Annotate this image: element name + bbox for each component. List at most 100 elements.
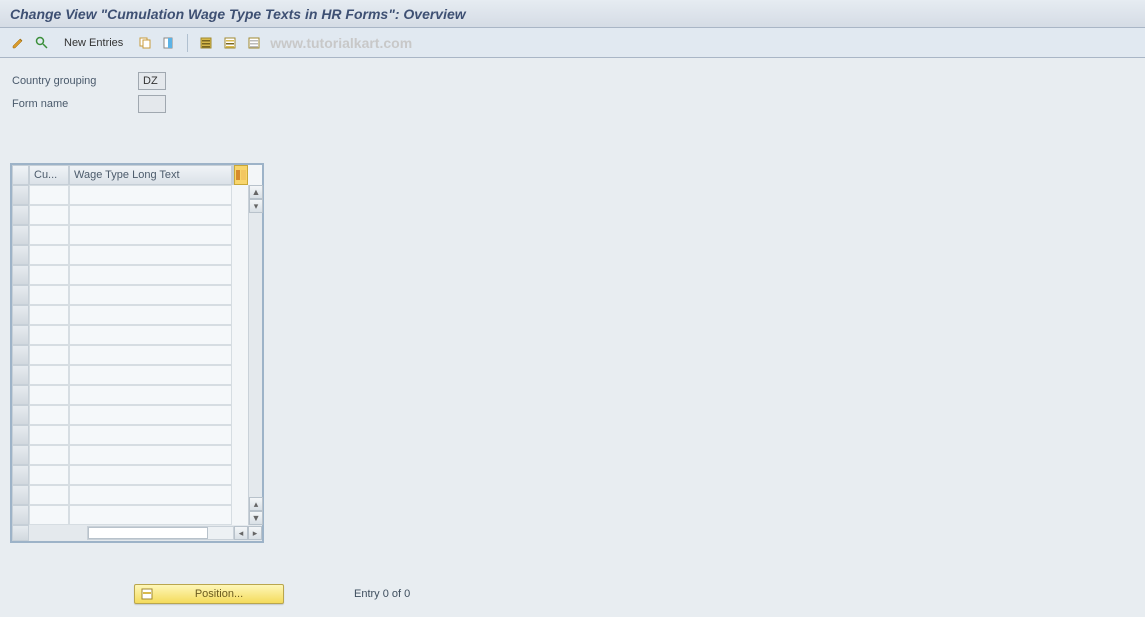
vertical-scrollbar[interactable]: ▲ ▾ ▴ ▼	[248, 185, 262, 525]
cell-cu[interactable]	[29, 285, 69, 305]
table-row[interactable]	[12, 265, 248, 285]
grid-col-header-wagetype[interactable]: Wage Type Long Text	[69, 165, 232, 185]
cell-cu[interactable]	[29, 245, 69, 265]
form-name-label: Form name	[8, 98, 138, 110]
cell-cu[interactable]	[29, 385, 69, 405]
cell-wagetype[interactable]	[69, 445, 232, 465]
cell-cu[interactable]	[29, 465, 69, 485]
row-selector[interactable]	[12, 485, 29, 505]
scroll-up-button[interactable]: ▲	[249, 185, 263, 199]
other-entry-icon[interactable]	[32, 33, 52, 53]
cell-wagetype[interactable]	[69, 365, 232, 385]
delete-icon[interactable]	[159, 33, 179, 53]
main-content: Country grouping Form name Cu... Wage Ty…	[0, 58, 1145, 617]
cell-cu[interactable]	[29, 365, 69, 385]
row-selector[interactable]	[12, 365, 29, 385]
cell-wagetype[interactable]	[69, 425, 232, 445]
country-grouping-input[interactable]	[138, 72, 166, 90]
copy-as-icon[interactable]	[135, 33, 155, 53]
cell-cu[interactable]	[29, 265, 69, 285]
scroll-right-button[interactable]: ▸	[248, 526, 262, 540]
cell-cu[interactable]	[29, 505, 69, 525]
table-row[interactable]	[12, 485, 248, 505]
table-row[interactable]	[12, 365, 248, 385]
cell-cu[interactable]	[29, 425, 69, 445]
row-selector[interactable]	[12, 325, 29, 345]
cell-cu[interactable]	[29, 445, 69, 465]
row-selector[interactable]	[12, 225, 29, 245]
cell-wagetype[interactable]	[69, 345, 232, 365]
table-row[interactable]	[12, 345, 248, 365]
cell-wagetype[interactable]	[69, 505, 232, 525]
cell-wagetype[interactable]	[69, 245, 232, 265]
row-selector[interactable]	[12, 265, 29, 285]
table-row[interactable]	[12, 285, 248, 305]
table-row[interactable]	[12, 505, 248, 525]
position-icon	[141, 587, 155, 601]
cell-cu[interactable]	[29, 225, 69, 245]
row-selector[interactable]	[12, 305, 29, 325]
row-selector[interactable]	[12, 345, 29, 365]
table-row[interactable]	[12, 245, 248, 265]
grid-col-header-cu[interactable]: Cu...	[29, 165, 69, 185]
cell-wagetype[interactable]	[69, 225, 232, 245]
row-selector[interactable]	[12, 505, 29, 525]
position-button[interactable]: Position...	[134, 584, 284, 604]
scroll-left-button[interactable]: ◂	[234, 526, 248, 540]
deselect-all-icon[interactable]	[244, 33, 264, 53]
cell-cu[interactable]	[29, 345, 69, 365]
row-selector[interactable]	[12, 425, 29, 445]
row-selector[interactable]	[12, 205, 29, 225]
table-row[interactable]	[12, 445, 248, 465]
table-row[interactable]	[12, 465, 248, 485]
header-form: Country grouping Form name	[8, 70, 1137, 115]
cell-wagetype[interactable]	[69, 385, 232, 405]
cell-cu[interactable]	[29, 205, 69, 225]
row-selector[interactable]	[12, 405, 29, 425]
table-row[interactable]	[12, 385, 248, 405]
row-selector[interactable]	[12, 245, 29, 265]
scroll-line-up-button[interactable]: ▾	[249, 199, 263, 213]
cell-cu[interactable]	[29, 325, 69, 345]
new-entries-button[interactable]: New Entries	[56, 35, 131, 51]
table-row[interactable]	[12, 425, 248, 445]
scroll-line-down-button[interactable]: ▴	[249, 497, 263, 511]
table-row[interactable]	[12, 305, 248, 325]
table-row[interactable]	[12, 205, 248, 225]
row-selector[interactable]	[12, 185, 29, 205]
cell-wagetype[interactable]	[69, 325, 232, 345]
toggle-display-change-icon[interactable]	[8, 33, 28, 53]
table-row[interactable]	[12, 325, 248, 345]
table-row[interactable]	[12, 405, 248, 425]
cell-wagetype[interactable]	[69, 265, 232, 285]
app-toolbar: New Entries www.tutorialkart.com	[0, 28, 1145, 58]
cell-wagetype[interactable]	[69, 285, 232, 305]
horizontal-scrollbar[interactable]: ◂ ▸	[12, 525, 262, 541]
cell-wagetype[interactable]	[69, 205, 232, 225]
table-row[interactable]	[12, 185, 248, 205]
configure-columns-icon[interactable]	[234, 165, 248, 185]
row-selector[interactable]	[12, 385, 29, 405]
hscroll-thumb[interactable]	[88, 527, 208, 539]
row-selector[interactable]	[12, 285, 29, 305]
page-title: Change View "Cumulation Wage Type Texts …	[10, 6, 466, 22]
cell-wagetype[interactable]	[69, 305, 232, 325]
select-block-icon[interactable]	[220, 33, 240, 53]
country-grouping-label: Country grouping	[8, 75, 138, 87]
cell-cu[interactable]	[29, 185, 69, 205]
table-row[interactable]	[12, 225, 248, 245]
cell-cu[interactable]	[29, 305, 69, 325]
data-grid: Cu... Wage Type Long Text ▲ ▾ ▴ ▼	[10, 163, 264, 543]
cell-wagetype[interactable]	[69, 405, 232, 425]
cell-cu[interactable]	[29, 485, 69, 505]
select-all-icon[interactable]	[196, 33, 216, 53]
cell-wagetype[interactable]	[69, 485, 232, 505]
cell-wagetype[interactable]	[69, 465, 232, 485]
cell-cu[interactable]	[29, 405, 69, 425]
form-name-input[interactable]	[138, 95, 166, 113]
cell-wagetype[interactable]	[69, 185, 232, 205]
row-selector[interactable]	[12, 465, 29, 485]
scroll-down-button[interactable]: ▼	[249, 511, 263, 525]
grid-select-all-header[interactable]	[12, 165, 29, 185]
row-selector[interactable]	[12, 445, 29, 465]
